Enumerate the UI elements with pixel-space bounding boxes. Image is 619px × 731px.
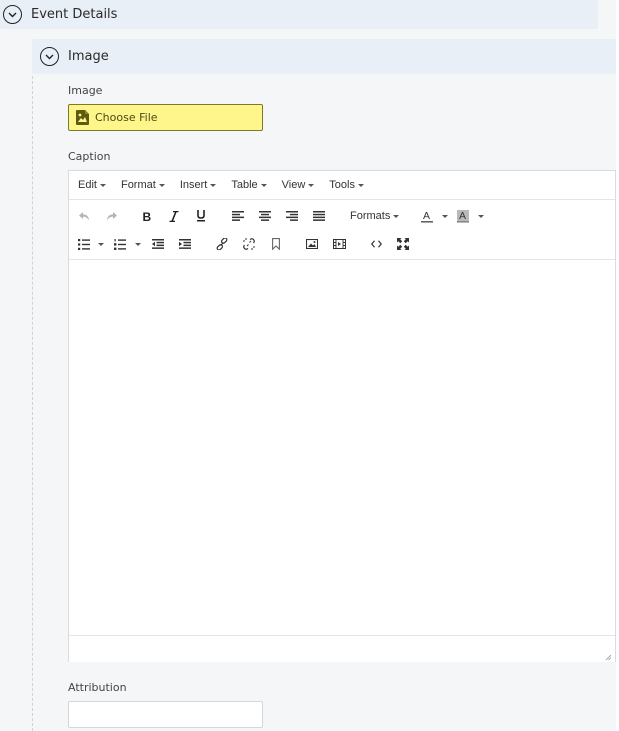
insert-link-button[interactable] xyxy=(215,235,229,253)
caret-down-icon xyxy=(134,242,141,246)
align-center-button[interactable] xyxy=(258,207,272,225)
attribution-input[interactable] xyxy=(68,701,263,728)
menu-label: View xyxy=(281,179,306,191)
event-details-header[interactable]: Event Details xyxy=(0,0,598,29)
numbered-list-icon xyxy=(114,238,126,250)
bookmark-icon xyxy=(272,238,280,250)
caret-down-icon xyxy=(97,242,104,246)
menu-label: Tools xyxy=(329,179,355,191)
menu-edit[interactable]: Edit xyxy=(78,179,106,191)
background-color-dropdown[interactable] xyxy=(475,207,484,225)
caret-down-icon xyxy=(308,183,315,187)
caret-down-icon xyxy=(477,214,484,218)
remove-link-button[interactable] xyxy=(242,235,256,253)
svg-text:B: B xyxy=(143,211,152,222)
formats-label: Formats xyxy=(350,210,391,222)
align-left-button[interactable] xyxy=(231,207,245,225)
source-code-icon xyxy=(370,240,382,248)
outdent-icon xyxy=(152,239,164,249)
choose-file-label: Choose File xyxy=(95,111,158,124)
align-center-icon xyxy=(259,211,271,221)
outdent-button[interactable] xyxy=(151,235,165,253)
align-justify-button[interactable] xyxy=(312,207,326,225)
chevron-down-icon[interactable] xyxy=(40,47,59,66)
caret-down-icon xyxy=(393,214,400,218)
attribution-label: Attribution xyxy=(68,681,127,694)
indent-icon xyxy=(179,239,191,249)
bullet-list-button[interactable] xyxy=(77,235,91,253)
anchor-button[interactable] xyxy=(269,235,283,253)
caret-down-icon xyxy=(357,183,364,187)
editor-menubar: Edit Format Insert Table View Tools xyxy=(69,171,615,200)
text-color-dropdown[interactable] xyxy=(439,207,448,225)
caption-content-area[interactable] xyxy=(69,260,615,636)
fullscreen-button[interactable] xyxy=(396,235,410,253)
bullet-list-dropdown[interactable] xyxy=(95,235,104,253)
menu-tools[interactable]: Tools xyxy=(329,179,364,191)
menu-table[interactable]: Table xyxy=(231,179,267,191)
section-indent-divider xyxy=(32,76,33,731)
redo-icon xyxy=(106,211,117,220)
editor-statusbar xyxy=(69,636,615,663)
choose-file-button[interactable]: Choose File xyxy=(68,104,263,131)
undo-icon xyxy=(78,211,89,220)
caption-rich-text-editor: Edit Format Insert Table View Tools B Fo… xyxy=(68,170,616,662)
page: Event Details Image Image Choose File Ca… xyxy=(0,0,616,731)
menu-label: Insert xyxy=(179,179,208,191)
underline-icon xyxy=(197,210,205,222)
chevron-down-icon[interactable] xyxy=(3,5,22,24)
caption-label: Caption xyxy=(68,150,111,163)
text-color-button[interactable]: A xyxy=(420,207,434,225)
align-right-button[interactable] xyxy=(285,207,299,225)
image-section-header[interactable]: Image xyxy=(32,39,616,74)
numbered-list-button[interactable] xyxy=(113,235,127,253)
italic-icon xyxy=(169,210,179,222)
fullscreen-icon xyxy=(397,238,409,250)
caret-down-icon xyxy=(441,214,448,218)
section-title: Event Details xyxy=(31,7,118,22)
formats-dropdown[interactable]: Formats xyxy=(350,207,400,225)
editor-toolbar: B Formats A A xyxy=(69,200,615,260)
redo-button[interactable] xyxy=(104,207,118,225)
unlink-icon xyxy=(243,238,255,250)
caret-down-icon xyxy=(210,183,217,187)
source-code-button[interactable] xyxy=(369,235,383,253)
underline-button[interactable] xyxy=(194,207,208,225)
menu-view[interactable]: View xyxy=(282,179,315,191)
link-icon xyxy=(216,238,228,250)
media-icon xyxy=(332,239,346,249)
menu-label: Table xyxy=(231,179,258,191)
bold-icon: B xyxy=(143,211,152,222)
image-file-icon xyxy=(76,110,89,125)
caret-down-icon xyxy=(99,183,106,187)
bold-button[interactable]: B xyxy=(140,207,154,225)
align-left-icon xyxy=(232,211,244,221)
section-title: Image xyxy=(68,49,109,64)
image-icon xyxy=(306,239,318,249)
indent-button[interactable] xyxy=(178,235,192,253)
italic-button[interactable] xyxy=(167,207,181,225)
menu-format[interactable]: Format xyxy=(121,179,165,191)
undo-button[interactable] xyxy=(77,207,91,225)
text-color-icon: A xyxy=(421,210,433,223)
background-color-icon: A xyxy=(457,209,469,223)
align-justify-icon xyxy=(313,211,325,221)
resize-grip-icon[interactable] xyxy=(605,654,612,661)
menu-insert[interactable]: Insert xyxy=(180,179,217,191)
image-label: Image xyxy=(68,84,103,97)
insert-media-button[interactable] xyxy=(332,235,346,253)
insert-image-button[interactable] xyxy=(305,235,319,253)
caret-down-icon xyxy=(260,183,267,187)
background-color-button[interactable]: A xyxy=(456,207,470,225)
svg-text:A: A xyxy=(459,210,466,222)
menu-label: Format xyxy=(120,179,156,191)
bullet-list-icon xyxy=(78,238,90,250)
menu-label: Edit xyxy=(78,179,97,191)
caret-down-icon xyxy=(158,183,165,187)
align-right-icon xyxy=(286,211,298,221)
svg-text:A: A xyxy=(423,210,430,222)
numbered-list-dropdown[interactable] xyxy=(132,235,141,253)
